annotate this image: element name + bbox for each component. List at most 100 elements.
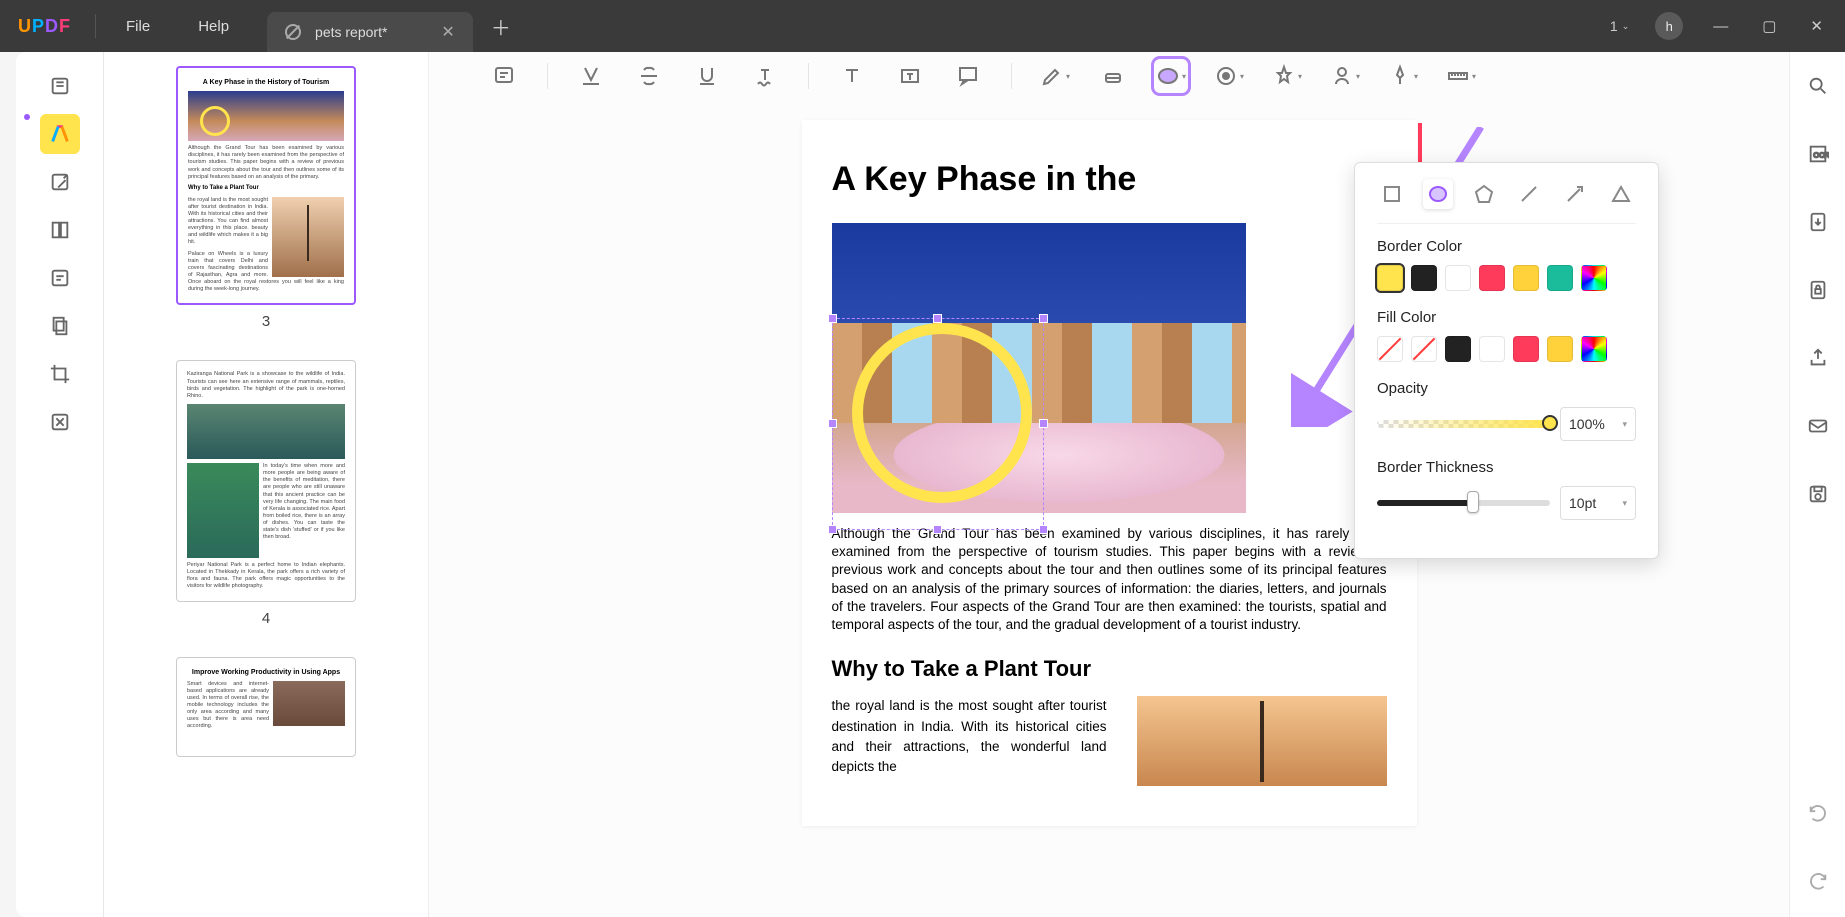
fill-color-label: Fill Color [1377,309,1636,326]
highlight-button[interactable] [576,61,606,91]
tab-close-button[interactable]: ✕ [401,22,454,42]
page-number-3: 3 [164,313,368,330]
resize-handle-bl[interactable] [828,525,837,534]
thumbnail-page-5[interactable]: Improve Working Productivity in Using Ap… [176,657,356,757]
note-button[interactable] [489,61,519,91]
share-button[interactable] [1798,338,1838,378]
fill-red-swatch[interactable] [1513,336,1539,362]
fill-white-swatch[interactable] [1479,336,1505,362]
resize-handle-br[interactable] [1039,525,1048,534]
border-custom-swatch[interactable] [1581,265,1607,291]
shape-triangle-tab[interactable] [1606,179,1636,209]
tab-title: pets report* [315,24,387,40]
page-tool[interactable] [40,306,80,346]
border-color-row [1377,265,1636,291]
shape-arrow-tab[interactable] [1560,179,1590,209]
resize-handle-ml[interactable] [828,419,837,428]
meeting-thumb-icon [273,681,345,726]
border-amber-swatch[interactable] [1513,265,1539,291]
title-bar: UPDF File Help pets report* ✕ ＋ 1 ⌄ h — … [0,0,1845,52]
shape-button[interactable]: ▾ [1156,61,1186,91]
protect-button[interactable] [1798,270,1838,310]
strikethrough-button[interactable] [634,61,664,91]
convert-button[interactable] [1798,202,1838,242]
menu-help[interactable]: Help [174,18,253,35]
thickness-slider[interactable] [1377,500,1550,506]
active-indicator [24,114,30,120]
border-teal-swatch[interactable] [1547,265,1573,291]
yellow-circle-icon [200,106,230,136]
border-white-swatch[interactable] [1445,265,1471,291]
thickness-handle[interactable] [1467,491,1479,513]
shape-oval-tab[interactable] [1423,179,1453,209]
new-tab-button[interactable]: ＋ [473,12,529,41]
thumbnail-page-4[interactable]: Kaziranga National Park is a showcase to… [176,360,356,601]
document-tab[interactable]: pets report* ✕ [267,12,473,52]
email-button[interactable] [1798,406,1838,446]
resize-handle-tl[interactable] [828,314,837,323]
signature-button[interactable]: ▾ [1330,61,1360,91]
fill-amber-swatch[interactable] [1547,336,1573,362]
shape-properties-popup: Border Color Fill Color Opacity [1354,162,1659,559]
undo-button[interactable] [1798,793,1838,833]
border-color-label: Border Color [1377,238,1636,255]
opacity-value[interactable]: 100%▾ [1560,407,1636,441]
form-tool[interactable] [40,258,80,298]
circle-annotation[interactable] [852,323,1032,503]
eiffel-image [1137,696,1387,786]
minimize-button[interactable]: — [1699,18,1742,35]
shape-rect-tab[interactable] [1377,179,1407,209]
pen-button[interactable]: ▾ [1388,61,1418,91]
callout-button[interactable] [953,61,983,91]
thumb-hero-image [188,91,344,141]
textbox-button[interactable] [895,61,925,91]
no-preview-icon [285,24,301,40]
fill-color-row [1377,336,1636,362]
eraser-button[interactable] [1098,61,1128,91]
stamp-button[interactable]: ▾ [1214,61,1244,91]
reader-tool[interactable] [40,66,80,106]
separator [95,14,96,38]
tab-count[interactable]: 1 ⌄ [1600,18,1639,34]
crop-tool[interactable] [40,354,80,394]
page-number-4: 4 [164,610,368,627]
border-red-swatch[interactable] [1479,265,1505,291]
close-button[interactable]: ✕ [1796,17,1837,35]
thickness-value[interactable]: 10pt▾ [1560,486,1636,520]
edit-tool[interactable] [40,162,80,202]
resize-handle-mr[interactable] [1039,419,1048,428]
eiffel-thumb-icon [272,197,344,277]
text-button[interactable] [837,61,867,91]
opacity-slider[interactable] [1377,420,1550,428]
ocr-button[interactable]: OCR [1798,134,1838,174]
underline-button[interactable] [692,61,722,91]
fill-none-swatch[interactable] [1377,336,1403,362]
redact-tool[interactable] [40,402,80,442]
menu-file[interactable]: File [102,18,174,35]
comment-tool[interactable] [40,114,80,154]
redo-button[interactable] [1798,861,1838,901]
resize-handle-tm[interactable] [933,314,942,323]
ruler-button[interactable]: ▾ [1446,61,1476,91]
save-button[interactable] [1798,474,1838,514]
maximize-button[interactable]: ▢ [1748,17,1790,35]
squiggly-button[interactable] [750,61,780,91]
border-yellow-swatch[interactable] [1377,265,1403,291]
pencil-button[interactable]: ▾ [1040,61,1070,91]
search-button[interactable] [1798,66,1838,106]
fill-black-swatch[interactable] [1445,336,1471,362]
shape-line-tab[interactable] [1514,179,1544,209]
thumbnail-page-3[interactable]: A Key Phase in the History of Tourism Al… [176,66,356,305]
document-area: ▾ ▾ ▾ ▾ ▾ ▾ ▾ A Key Phase in the [429,52,1789,917]
resize-handle-bm[interactable] [933,525,942,534]
opacity-handle[interactable] [1542,415,1558,431]
fill-none2-swatch[interactable] [1411,336,1437,362]
border-black-swatch[interactable] [1411,265,1437,291]
pin-button[interactable]: ▾ [1272,61,1302,91]
resize-handle-tr[interactable] [1039,314,1048,323]
fill-custom-swatch[interactable] [1581,336,1607,362]
paragraph-1: Although the Grand Tour has been examine… [832,525,1387,634]
organize-tool[interactable] [40,210,80,250]
user-avatar[interactable]: h [1655,12,1683,40]
shape-polygon-tab[interactable] [1469,179,1499,209]
